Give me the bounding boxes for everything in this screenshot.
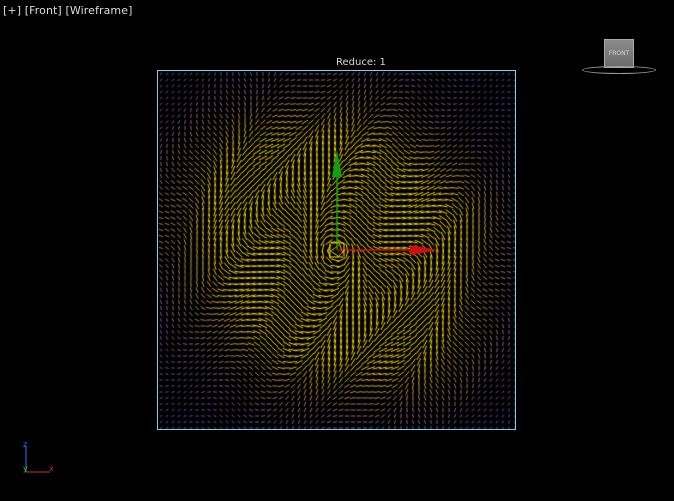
viewcube-compass-ring[interactable] bbox=[582, 66, 656, 74]
viewport-shading-menu[interactable]: [Wireframe] bbox=[65, 4, 132, 17]
viewcube-front-face[interactable]: FRONT bbox=[604, 39, 634, 68]
tripod-x-label: x bbox=[49, 464, 54, 473]
viewport-plus-menu[interactable]: [+] bbox=[3, 4, 21, 17]
viewport-label-menu: [+] [Front] [Wireframe] bbox=[3, 4, 132, 17]
viewport-view-menu[interactable]: [Front] bbox=[25, 4, 62, 17]
tripod-y-label: y bbox=[23, 464, 28, 473]
vector-field-canvas[interactable] bbox=[157, 70, 516, 430]
reduce-label: Reduce: 1 bbox=[336, 57, 386, 68]
tripod-z-label: z bbox=[23, 440, 27, 449]
viewcube-icon[interactable]: FRONT bbox=[580, 36, 660, 78]
axis-tripod-icon: z y x bbox=[23, 440, 54, 473]
vector-field-object[interactable] bbox=[157, 70, 516, 430]
